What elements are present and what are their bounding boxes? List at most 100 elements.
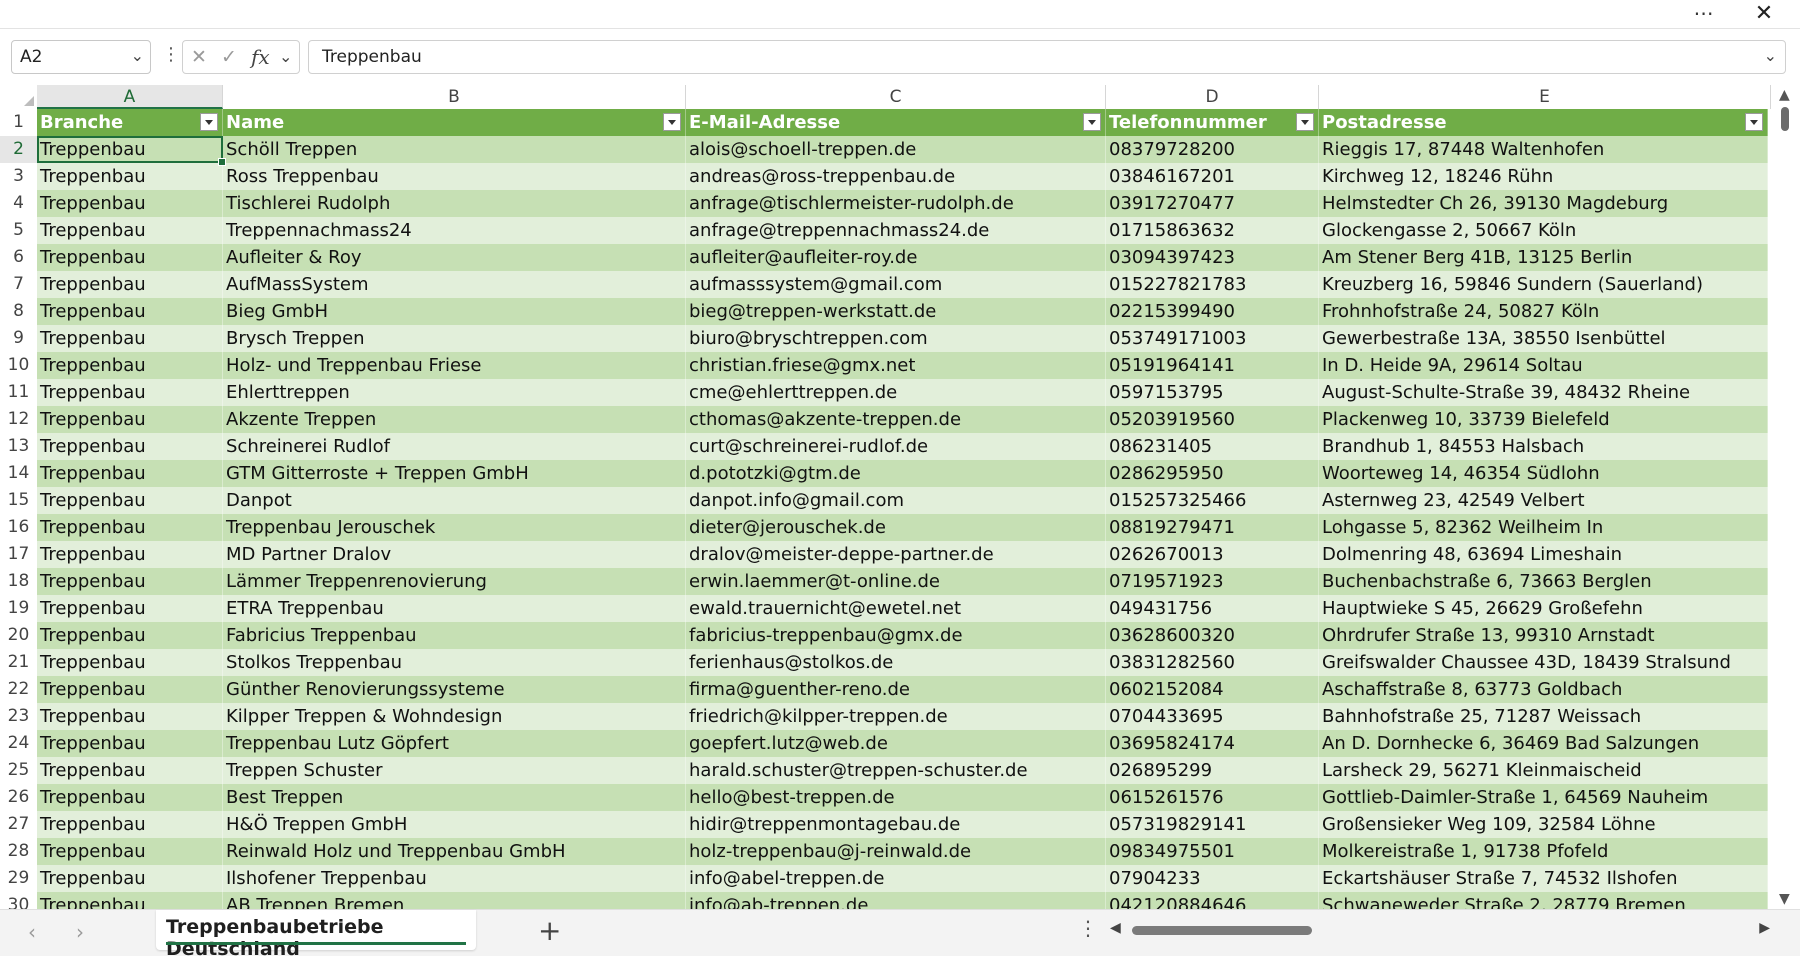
table-cell[interactable]: Treppenbau (37, 892, 223, 909)
scroll-right-icon[interactable]: ▶ (1759, 920, 1770, 936)
row-number[interactable]: 7 (0, 271, 37, 298)
row-number[interactable]: 29 (0, 865, 37, 892)
table-cell[interactable]: goepfert.lutz@web.de (686, 730, 1106, 757)
close-icon[interactable]: ✕ (1744, 0, 1784, 28)
table-cell[interactable]: MD Partner Dralov (223, 541, 686, 568)
table-cell[interactable]: 03628600320 (1106, 622, 1319, 649)
filter-dropdown-icon[interactable] (1083, 113, 1101, 131)
table-cell[interactable]: Gottlieb-Daimler-Straße 1, 64569 Nauheim (1319, 784, 1768, 811)
table-cell[interactable]: Bahnhofstraße 25, 71287 Weissach (1319, 703, 1768, 730)
table-cell[interactable]: 015227821783 (1106, 271, 1319, 298)
row-number[interactable]: 23 (0, 703, 37, 730)
table-cell[interactable]: 086231405 (1106, 433, 1319, 460)
table-cell[interactable]: 03695824174 (1106, 730, 1319, 757)
column-header-e[interactable]: E (1319, 85, 1771, 109)
table-cell[interactable]: 03846167201 (1106, 163, 1319, 190)
table-cell[interactable]: 08379728200 (1106, 136, 1319, 163)
table-cell[interactable]: Hauptwieke S 45, 26629 Großefehn (1319, 595, 1768, 622)
table-cell[interactable]: 053749171003 (1106, 325, 1319, 352)
table-cell[interactable]: 0719571923 (1106, 568, 1319, 595)
table-cell[interactable]: Holz- und Treppenbau Friese (223, 352, 686, 379)
table-cell[interactable]: Treppenbau (37, 298, 223, 325)
table-cell[interactable]: Frohnhofstraße 24, 50827 Köln (1319, 298, 1768, 325)
row-number[interactable]: 24 (0, 730, 37, 757)
filter-dropdown-icon[interactable] (1745, 113, 1763, 131)
table-cell[interactable]: Greifswalder Chaussee 43D, 18439 Stralsu… (1319, 649, 1768, 676)
table-cell[interactable]: 09834975501 (1106, 838, 1319, 865)
row-number[interactable]: 21 (0, 649, 37, 676)
table-cell[interactable]: Lohgasse 5, 82362 Weilheim In (1319, 514, 1768, 541)
table-cell[interactable]: anfrage@treppennachmass24.de (686, 217, 1106, 244)
table-cell[interactable]: Treppenbau (37, 514, 223, 541)
header-cell[interactable]: Branche (37, 109, 223, 136)
table-cell[interactable]: Tischlerei Rudolph (223, 190, 686, 217)
table-cell[interactable]: Treppenbau (37, 460, 223, 487)
filter-dropdown-icon[interactable] (1296, 113, 1314, 131)
table-cell[interactable]: erwin.laemmer@t-online.de (686, 568, 1106, 595)
table-cell[interactable]: 0704433695 (1106, 703, 1319, 730)
table-cell[interactable]: 07904233 (1106, 865, 1319, 892)
table-cell[interactable]: bieg@treppen-werkstatt.de (686, 298, 1106, 325)
table-cell[interactable]: Schreinerei Rudlof (223, 433, 686, 460)
table-cell[interactable]: info@ab-treppen.de (686, 892, 1106, 909)
row-number[interactable]: 4 (0, 190, 37, 217)
insert-function-icon[interactable]: fx (251, 45, 270, 69)
row-number[interactable]: 28 (0, 838, 37, 865)
table-cell[interactable]: Akzente Treppen (223, 406, 686, 433)
table-cell[interactable]: firma@guenther-reno.de (686, 676, 1106, 703)
row-number[interactable]: 20 (0, 622, 37, 649)
table-cell[interactable]: danpot.info@gmail.com (686, 487, 1106, 514)
table-cell[interactable]: 0286295950 (1106, 460, 1319, 487)
next-sheet-icon[interactable]: › (76, 920, 84, 944)
row-number[interactable]: 11 (0, 379, 37, 406)
name-box[interactable]: A2 ⌄ (11, 40, 151, 74)
table-cell[interactable]: Reinwald Holz und Treppenbau GmbH (223, 838, 686, 865)
table-cell[interactable]: Treppennachmass24 (223, 217, 686, 244)
column-header-c[interactable]: C (686, 85, 1106, 109)
table-cell[interactable]: August-Schulte-Straße 39, 48432 Rheine (1319, 379, 1768, 406)
table-cell[interactable]: friedrich@kilpper-treppen.de (686, 703, 1106, 730)
table-cell[interactable]: Günther Renovierungssysteme (223, 676, 686, 703)
header-cell[interactable]: Name (223, 109, 686, 136)
sheet-tab-active[interactable]: Treppenbaubetriebe Deutschland (156, 910, 476, 960)
table-cell[interactable]: andreas@ross-treppenbau.de (686, 163, 1106, 190)
table-cell[interactable]: d.pototzki@gtm.de (686, 460, 1106, 487)
table-cell[interactable]: Treppenbau (37, 676, 223, 703)
spreadsheet-grid[interactable]: 30 Treppenbau AB Treppen Bremen info@ab-tre… (0, 109, 1768, 909)
table-cell[interactable]: Großensieker Weg 109, 32584 Löhne (1319, 811, 1768, 838)
scroll-down-icon[interactable]: ▼ (1779, 891, 1790, 907)
row-number[interactable]: 17 (0, 541, 37, 568)
table-cell[interactable]: Treppenbau (37, 622, 223, 649)
table-cell[interactable]: Treppenbau (37, 703, 223, 730)
table-cell[interactable]: Larsheck 29, 56271 Kleinmaischeid (1319, 757, 1768, 784)
table-cell[interactable]: 049431756 (1106, 595, 1319, 622)
table-cell[interactable]: 0597153795 (1106, 379, 1319, 406)
table-cell[interactable]: 042120884646 (1106, 892, 1319, 909)
row-number[interactable]: 27 (0, 811, 37, 838)
table-cell[interactable]: Glockengasse 2, 50667 Köln (1319, 217, 1768, 244)
table-cell[interactable]: Dolmenring 48, 63694 Limeshain (1319, 541, 1768, 568)
table-cell[interactable]: Ilshofener Treppenbau (223, 865, 686, 892)
table-cell[interactable]: Treppenbau (37, 757, 223, 784)
table-cell[interactable]: dralov@meister-deppe-partner.de (686, 541, 1106, 568)
add-sheet-icon[interactable]: + (538, 914, 561, 947)
column-header-d[interactable]: D (1106, 85, 1319, 109)
header-cell[interactable]: Postadresse (1319, 109, 1768, 136)
table-cell[interactable]: Aufleiter & Roy (223, 244, 686, 271)
row-number[interactable]: 10 (0, 352, 37, 379)
table-cell[interactable]: Stolkos Treppenbau (223, 649, 686, 676)
row-number[interactable]: 25 (0, 757, 37, 784)
row-number[interactable]: 19 (0, 595, 37, 622)
table-cell[interactable]: 03094397423 (1106, 244, 1319, 271)
table-cell[interactable]: Treppenbau (37, 541, 223, 568)
table-cell[interactable]: Ehlerttreppen (223, 379, 686, 406)
table-cell[interactable]: Schöll Treppen (223, 136, 686, 163)
table-cell[interactable]: Treppenbau (37, 568, 223, 595)
scroll-up-icon[interactable]: ▲ (1779, 87, 1790, 103)
table-cell[interactable]: Fabricius Treppenbau (223, 622, 686, 649)
table-cell[interactable]: biuro@bryschtreppen.com (686, 325, 1106, 352)
horizontal-scroll-thumb[interactable] (1132, 926, 1312, 935)
row-number[interactable]: 16 (0, 514, 37, 541)
table-cell[interactable]: Treppenbau (37, 379, 223, 406)
table-cell[interactable]: Treppenbau Jerouschek (223, 514, 686, 541)
